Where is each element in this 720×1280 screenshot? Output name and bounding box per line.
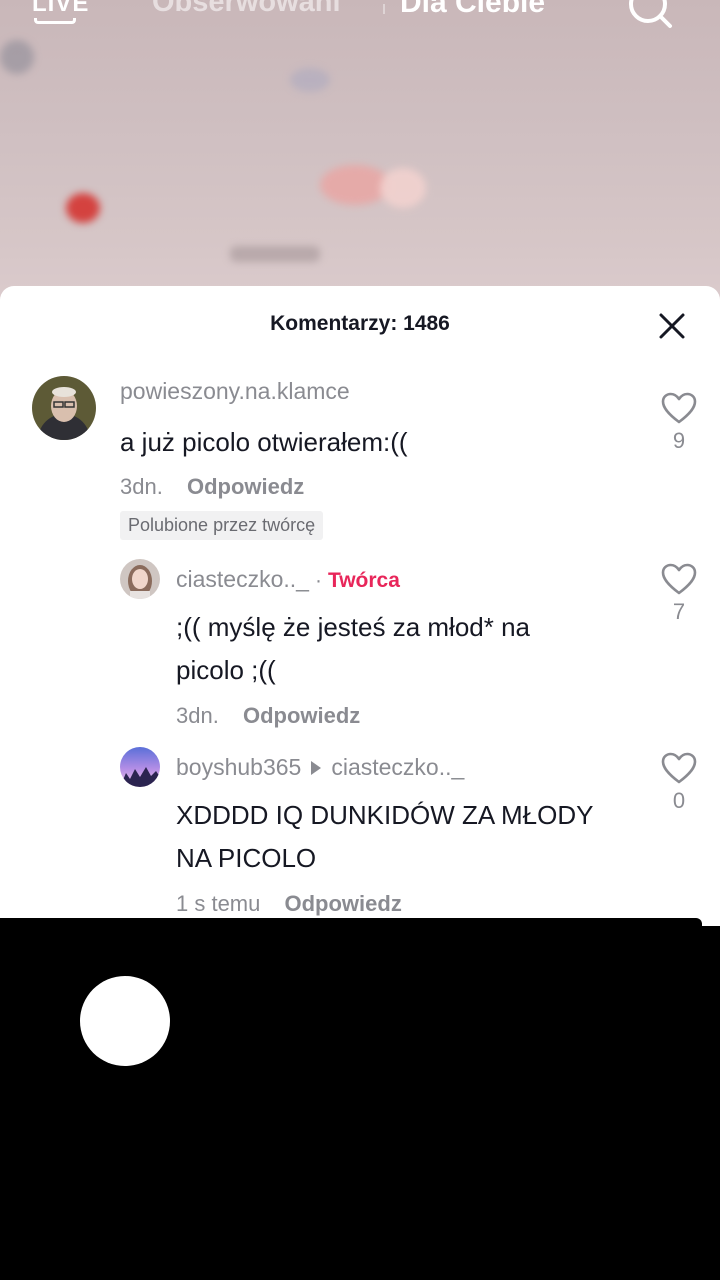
comments-sheet: Komentarzy: 1486 powieszony.na.klamce a …	[0, 286, 720, 926]
video-blur-shape	[0, 40, 34, 74]
comments-count-title: Komentarzy: 1486	[270, 312, 450, 335]
liked-by-creator-badge: Polubione przez twórcę	[120, 511, 324, 540]
top-navigation: LIVE Obserwowani Dla Ciebie	[0, 0, 720, 34]
comment-time: 3dn.	[176, 703, 219, 728]
heart-icon	[661, 392, 697, 424]
like-button[interactable]: 7	[659, 563, 699, 625]
comment-meta: 3dn. Odpowiedz	[120, 474, 304, 500]
reply-arrow-icon	[311, 760, 322, 775]
like-count: 9	[672, 428, 686, 453]
comment-username: boyshub365 ciasteczko.._	[176, 754, 464, 781]
live-label: LIVE	[32, 0, 90, 17]
reply-to-username[interactable]: ciasteczko.._	[331, 754, 464, 780]
close-icon[interactable]	[656, 310, 688, 342]
like-button[interactable]: 9	[659, 392, 699, 454]
separator-dot: ·	[314, 569, 322, 592]
reply-button[interactable]: Odpowiedz	[285, 891, 402, 916]
comment-username[interactable]: powieszony.na.klamce	[120, 378, 350, 405]
avatar[interactable]	[120, 559, 160, 599]
tab-divider	[383, 4, 385, 14]
like-count: 0	[672, 788, 686, 813]
tab-following[interactable]: Obserwowani	[152, 0, 341, 19]
creator-badge: Twórca	[327, 569, 400, 592]
comment-time: 3dn.	[120, 474, 163, 499]
reply-button[interactable]: Odpowiedz	[187, 474, 304, 499]
comment-meta: 3dn. Odpowiedz	[176, 703, 360, 729]
reply-username[interactable]: boyshub365	[176, 754, 301, 780]
like-button[interactable]: 0	[659, 752, 699, 814]
like-count: 7	[672, 599, 686, 624]
search-icon[interactable]	[626, 0, 674, 32]
heart-icon	[661, 752, 697, 784]
avatar[interactable]	[32, 376, 96, 440]
tv-icon	[34, 18, 76, 24]
comment-text: a już picolo otwierałem:((	[120, 427, 408, 457]
comment-time: 1 s temu	[176, 891, 261, 916]
video-blur-shape	[380, 168, 426, 208]
comment-text: ;(( myślę że jesteś za młod* na picolo ;…	[176, 612, 531, 685]
avatar[interactable]	[120, 747, 160, 787]
heart-icon	[661, 563, 697, 595]
touch-indicator-circle	[80, 976, 170, 1066]
video-background[interactable]	[0, 0, 720, 320]
tab-for-you[interactable]: Dla Ciebie	[400, 0, 545, 20]
comment-meta: 1 s temu Odpowiedz	[176, 891, 402, 917]
comment-text: XDDDD IQ DUNKIDÓW ZA MŁODY NA PICOLO	[176, 800, 594, 873]
video-blur-shape	[230, 246, 320, 262]
comment-username: ciasteczko.._ · Twórca	[176, 566, 400, 593]
reply-username[interactable]: ciasteczko.._	[176, 566, 309, 592]
reply-button[interactable]: Odpowiedz	[243, 703, 360, 728]
live-button[interactable]: LIVE	[30, 0, 88, 30]
bottom-overlay-panel	[0, 918, 702, 1280]
video-blur-shape	[290, 68, 330, 92]
video-blur-shape	[66, 193, 100, 223]
